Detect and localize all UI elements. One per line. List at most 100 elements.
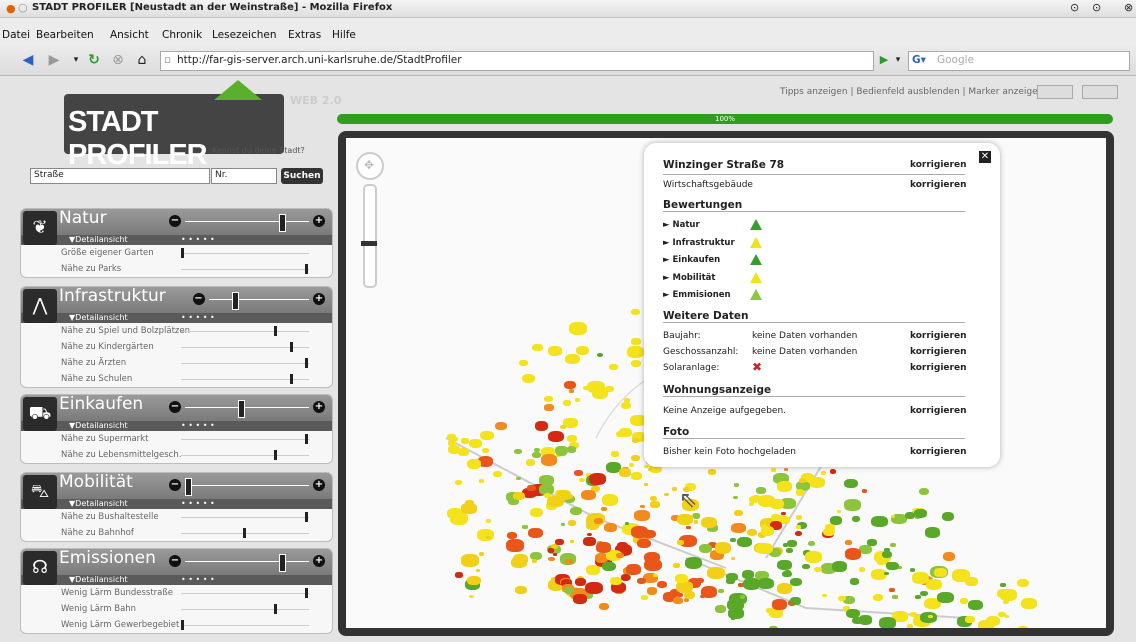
minus-icon[interactable]: − xyxy=(169,479,181,491)
detail-row-label: Wenig Lärm Bundesstraße xyxy=(61,588,173,598)
maximize-button[interactable]: ⊙ xyxy=(1092,1,1101,14)
top-links[interactable]: Tipps anzeigen | Bedienfeld ausblenden |… xyxy=(780,87,1049,97)
correct-photo-link[interactable]: korrigieren xyxy=(910,447,966,457)
category-slider[interactable] xyxy=(185,554,309,572)
detail-slider-knob[interactable] xyxy=(290,374,294,384)
correct-data-link[interactable]: korrigieren xyxy=(910,363,966,373)
minus-icon[interactable]: − xyxy=(169,401,181,413)
map-building xyxy=(619,468,632,477)
correct-address-link[interactable]: korrigieren xyxy=(910,160,966,170)
plus-icon[interactable]: + xyxy=(313,293,325,305)
detail-slider-knob[interactable] xyxy=(243,528,246,538)
detail-slider[interactable] xyxy=(181,455,309,456)
detail-toggle[interactable]: ▼Detailansicht • • • • • xyxy=(21,235,332,245)
rating-label[interactable]: ► Mobilität xyxy=(663,273,715,283)
detail-slider[interactable] xyxy=(181,253,309,254)
rating-label[interactable]: ► Infrastruktur xyxy=(663,238,735,248)
category-slider-knob[interactable] xyxy=(185,478,192,496)
search-button[interactable]: Suchen xyxy=(281,168,323,184)
reload-button[interactable]: ↻ xyxy=(86,52,102,68)
category-slider-knob[interactable] xyxy=(279,214,287,232)
correct-data-link[interactable]: korrigieren xyxy=(910,331,966,341)
minus-icon[interactable]: − xyxy=(192,293,205,305)
plus-icon[interactable]: + xyxy=(313,555,325,567)
correct-housing-link[interactable]: korrigieren xyxy=(910,406,966,416)
detail-slider-knob[interactable] xyxy=(305,588,308,598)
map-building xyxy=(777,560,792,571)
detail-slider-knob[interactable] xyxy=(305,264,308,274)
detail-slider[interactable] xyxy=(181,517,309,518)
map-building xyxy=(771,468,777,472)
detail-slider[interactable] xyxy=(181,609,309,610)
detail-slider-knob[interactable] xyxy=(305,358,308,368)
detail-slider-knob[interactable] xyxy=(274,604,277,614)
detail-slider[interactable] xyxy=(181,363,309,364)
map-building xyxy=(478,479,484,483)
wms-badge-icon[interactable] xyxy=(1037,85,1073,99)
plus-icon[interactable]: + xyxy=(313,215,325,227)
detail-slider-knob[interactable] xyxy=(274,326,277,336)
detail-toggle[interactable]: ▼Detailansicht • • • • • xyxy=(21,313,332,323)
map-building xyxy=(464,499,475,507)
plus-icon[interactable]: + xyxy=(313,479,325,491)
category-slider[interactable] xyxy=(185,214,309,232)
detail-slider-knob[interactable] xyxy=(181,620,184,630)
map-building xyxy=(556,448,567,457)
category-slider-knob[interactable] xyxy=(279,554,287,572)
menu-extras[interactable]: Extras xyxy=(288,29,321,41)
search-engine-box[interactable]: G▾ Google xyxy=(908,51,1130,71)
close-icon[interactable]: ✕ xyxy=(979,151,991,163)
detail-slider-knob[interactable] xyxy=(305,434,308,444)
url-dropdown-icon[interactable]: ▾ xyxy=(890,52,906,68)
map-building xyxy=(795,489,805,496)
menu-hilfe[interactable]: Hilfe xyxy=(332,29,356,41)
minus-icon[interactable]: − xyxy=(169,555,181,567)
detail-toggle[interactable]: ▼Detailansicht • • • • • xyxy=(21,575,332,585)
history-dropdown-icon[interactable]: ▾ xyxy=(68,52,84,68)
correct-type-link[interactable]: korrigieren xyxy=(910,180,966,190)
detail-slider[interactable] xyxy=(181,593,309,594)
category-slider-knob[interactable] xyxy=(232,292,240,310)
minus-icon[interactable]: − xyxy=(169,215,181,227)
detail-slider[interactable] xyxy=(181,439,309,440)
url-bar[interactable]: ▫ http://far-gis-server.arch.uni-karlsru… xyxy=(160,51,874,71)
rating-label[interactable]: ► Einkaufen xyxy=(663,255,720,265)
zoom-slider[interactable] xyxy=(361,184,377,288)
home-button[interactable]: ⌂ xyxy=(134,52,150,68)
category-slider[interactable] xyxy=(185,400,309,418)
menu-chronik[interactable]: Chronik xyxy=(162,29,202,41)
back-button[interactable]: ◀ xyxy=(20,52,36,68)
menu-ansicht[interactable]: Ansicht xyxy=(110,29,149,41)
category-slider-knob[interactable] xyxy=(238,400,246,418)
category-slider[interactable] xyxy=(185,478,309,496)
stop-button[interactable]: ⊗ xyxy=(110,52,126,68)
menu-bearbeiten[interactable]: Bearbeiten xyxy=(36,29,94,41)
close-window-button[interactable]: ⊗ xyxy=(1124,1,1133,14)
plus-icon[interactable]: + xyxy=(313,401,325,413)
detail-slider[interactable] xyxy=(181,269,309,270)
rating-label[interactable]: ► Emmisionen xyxy=(663,290,731,300)
rating-label[interactable]: ► Natur xyxy=(663,220,700,230)
zoom-slider-knob[interactable] xyxy=(361,241,377,246)
detail-slider-knob[interactable] xyxy=(305,512,308,522)
house-number-input[interactable]: Nr. xyxy=(211,168,277,184)
menu-lesezeichen[interactable]: Lesezeichen xyxy=(212,29,277,41)
pan-control[interactable]: ✥ xyxy=(356,152,384,180)
category-slider[interactable] xyxy=(208,292,309,310)
detail-toggle[interactable]: ▼Detailansicht • • • • • xyxy=(21,499,332,509)
minimize-button[interactable]: ⊙ xyxy=(1070,1,1079,14)
map-building xyxy=(627,346,644,358)
correct-data-link[interactable]: korrigieren xyxy=(910,347,966,357)
data-label: Solaranlage: xyxy=(663,363,720,373)
map-building xyxy=(548,430,565,442)
street-input[interactable]: Straße xyxy=(30,168,210,184)
detail-slider[interactable] xyxy=(181,331,309,332)
detail-slider-knob[interactable] xyxy=(181,248,184,258)
detail-toggle[interactable]: ▼Detailansicht • • • • • xyxy=(21,421,332,431)
detail-slider[interactable] xyxy=(181,625,309,626)
detail-slider-knob[interactable] xyxy=(274,450,277,460)
wfs-badge-icon[interactable] xyxy=(1082,85,1118,99)
detail-slider-knob[interactable] xyxy=(290,342,294,352)
forward-button[interactable]: ▶ xyxy=(46,52,62,68)
menu-datei[interactable]: Datei xyxy=(2,29,30,41)
